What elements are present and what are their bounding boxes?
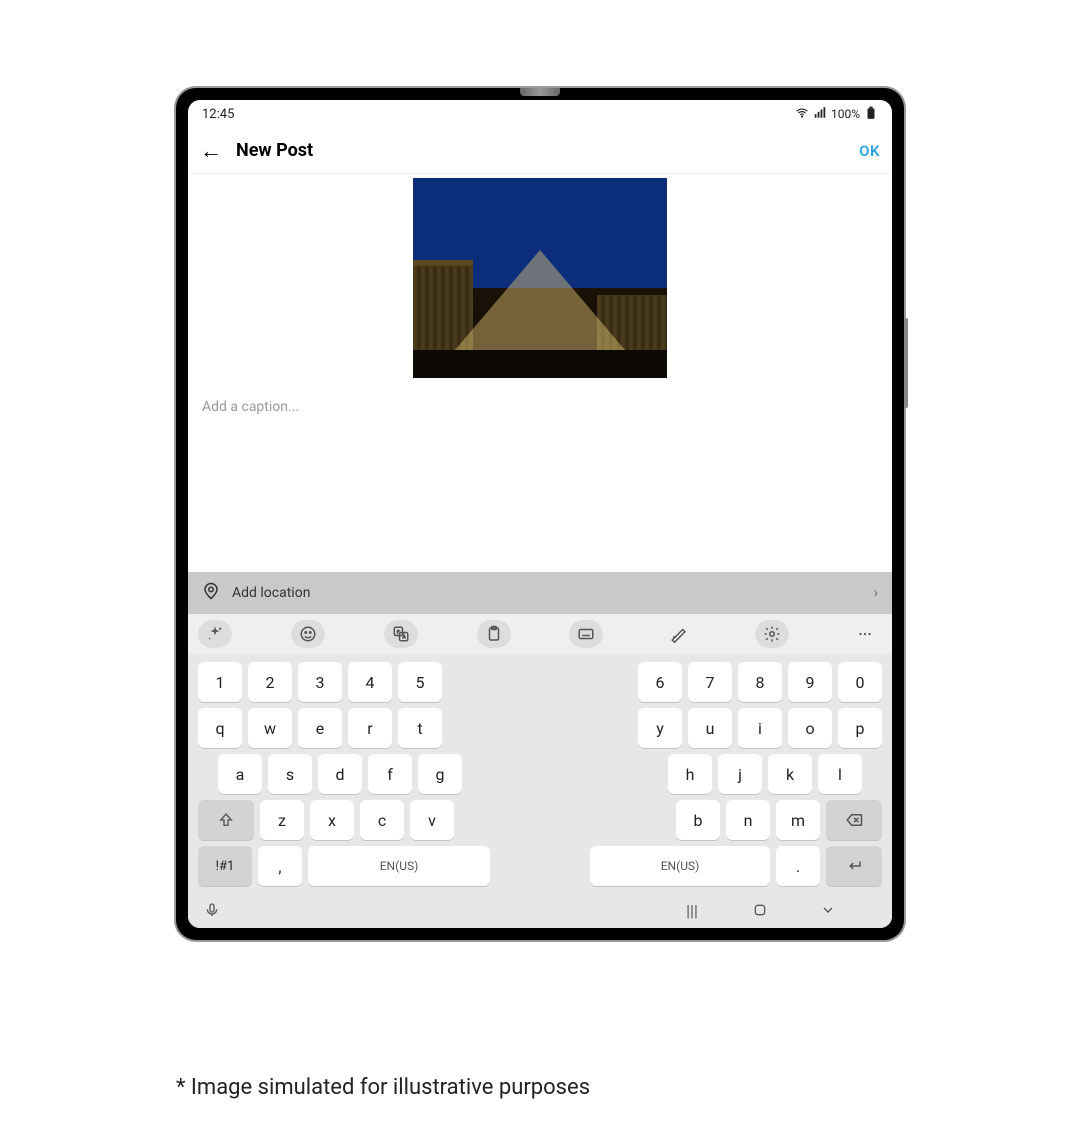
caption-input[interactable] bbox=[202, 399, 878, 415]
screen: 12:45 100% ← New Post OK bbox=[188, 100, 892, 928]
key-2[interactable]: 2 bbox=[248, 662, 292, 702]
location-pin-icon bbox=[202, 582, 220, 604]
nav-bar: ||| bbox=[188, 892, 892, 928]
space-key-left[interactable]: EN(US) bbox=[308, 846, 490, 886]
key-u[interactable]: u bbox=[688, 708, 732, 748]
key-f[interactable]: f bbox=[368, 754, 412, 794]
period-key[interactable]: . bbox=[776, 846, 820, 886]
key-z[interactable]: z bbox=[260, 800, 304, 840]
key-5[interactable]: 5 bbox=[398, 662, 442, 702]
add-location-label: Add location bbox=[232, 585, 310, 601]
content-area: Add location › bbox=[188, 174, 892, 928]
clipboard-icon[interactable] bbox=[477, 620, 511, 648]
device-frame: 12:45 100% ← New Post OK bbox=[176, 88, 904, 940]
translate-icon[interactable] bbox=[384, 620, 418, 648]
symbols-key[interactable]: !#1 bbox=[198, 846, 252, 886]
keyboard-keys: 12345 67890 qwert yuiop asdfg hjkl bbox=[188, 654, 892, 892]
battery-percent: 100% bbox=[831, 107, 860, 121]
key-n[interactable]: n bbox=[726, 800, 770, 840]
key-3[interactable]: 3 bbox=[298, 662, 342, 702]
comma-key[interactable]: , bbox=[258, 846, 302, 886]
recents-nav-icon[interactable]: ||| bbox=[682, 900, 702, 920]
keyboard: 12345 67890 qwert yuiop asdfg hjkl bbox=[188, 614, 892, 928]
key-6[interactable]: 6 bbox=[638, 662, 682, 702]
key-4[interactable]: 4 bbox=[348, 662, 392, 702]
key-j[interactable]: j bbox=[718, 754, 762, 794]
key-d[interactable]: d bbox=[318, 754, 362, 794]
back-nav-icon[interactable] bbox=[818, 900, 838, 920]
key-x[interactable]: x bbox=[310, 800, 354, 840]
emoji-icon[interactable] bbox=[291, 620, 325, 648]
add-location-row[interactable]: Add location › bbox=[188, 572, 892, 614]
key-w[interactable]: w bbox=[248, 708, 292, 748]
key-p[interactable]: p bbox=[838, 708, 882, 748]
more-icon[interactable] bbox=[848, 620, 882, 648]
post-image[interactable] bbox=[413, 178, 667, 378]
key-m[interactable]: m bbox=[776, 800, 820, 840]
device-hinge bbox=[520, 88, 560, 96]
key-7[interactable]: 7 bbox=[688, 662, 732, 702]
key-1[interactable]: 1 bbox=[198, 662, 242, 702]
disclaimer-text: * Image simulated for illustrative purpo… bbox=[176, 1075, 590, 1100]
ok-button[interactable]: OK bbox=[859, 142, 880, 160]
key-c[interactable]: c bbox=[360, 800, 404, 840]
key-q[interactable]: q bbox=[198, 708, 242, 748]
chevron-right-icon: › bbox=[874, 585, 878, 601]
key-k[interactable]: k bbox=[768, 754, 812, 794]
device-power-button bbox=[904, 318, 908, 408]
status-icons: 100% bbox=[795, 106, 878, 123]
key-h[interactable]: h bbox=[668, 754, 712, 794]
key-9[interactable]: 9 bbox=[788, 662, 832, 702]
wifi-icon bbox=[795, 106, 809, 123]
status-bar: 12:45 100% bbox=[188, 100, 892, 128]
key-v[interactable]: v bbox=[410, 800, 454, 840]
status-time: 12:45 bbox=[202, 107, 234, 122]
enter-key[interactable] bbox=[826, 846, 882, 886]
app-header: ← New Post OK bbox=[188, 128, 892, 174]
key-o[interactable]: o bbox=[788, 708, 832, 748]
handwriting-icon[interactable] bbox=[662, 620, 696, 648]
mic-icon[interactable] bbox=[202, 900, 222, 920]
battery-icon bbox=[864, 106, 878, 123]
signal-icon bbox=[813, 106, 827, 123]
key-0[interactable]: 0 bbox=[838, 662, 882, 702]
key-i[interactable]: i bbox=[738, 708, 782, 748]
key-s[interactable]: s bbox=[268, 754, 312, 794]
settings-gear-icon[interactable] bbox=[755, 620, 789, 648]
key-a[interactable]: a bbox=[218, 754, 262, 794]
key-e[interactable]: e bbox=[298, 708, 342, 748]
home-nav-icon[interactable] bbox=[750, 900, 770, 920]
key-t[interactable]: t bbox=[398, 708, 442, 748]
key-g[interactable]: g bbox=[418, 754, 462, 794]
keyboard-toolbar bbox=[188, 614, 892, 654]
ai-sparkle-icon[interactable] bbox=[198, 620, 232, 648]
key-b[interactable]: b bbox=[676, 800, 720, 840]
key-y[interactable]: y bbox=[638, 708, 682, 748]
shift-key[interactable] bbox=[198, 800, 254, 840]
keyboard-mode-icon[interactable] bbox=[569, 620, 603, 648]
page-title: New Post bbox=[236, 140, 859, 161]
key-8[interactable]: 8 bbox=[738, 662, 782, 702]
backspace-key[interactable] bbox=[826, 800, 882, 840]
key-l[interactable]: l bbox=[818, 754, 862, 794]
space-key-right[interactable]: EN(US) bbox=[590, 846, 770, 886]
key-r[interactable]: r bbox=[348, 708, 392, 748]
back-arrow-icon[interactable]: ← bbox=[200, 138, 222, 164]
